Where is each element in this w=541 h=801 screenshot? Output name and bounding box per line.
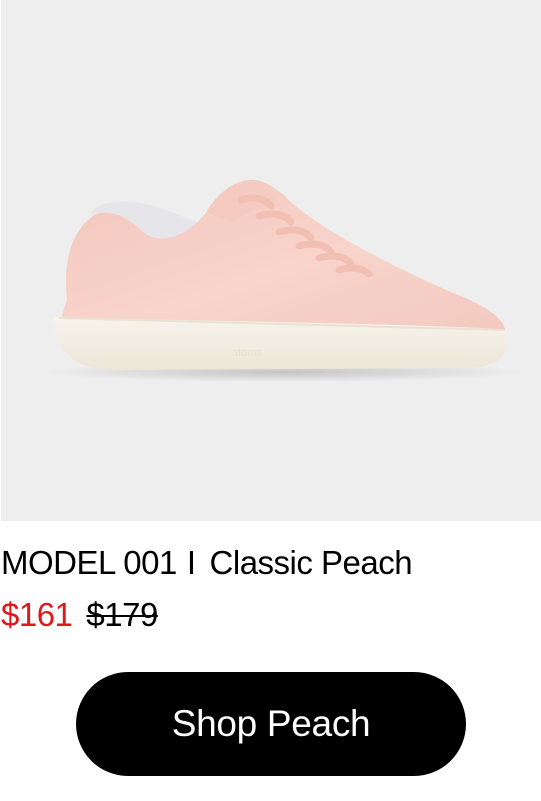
product-image[interactable]: atoms bbox=[1, 0, 541, 521]
original-price: $179 bbox=[86, 596, 158, 633]
product-color-name: Classic Peach bbox=[209, 544, 413, 581]
product-model: MODEL 001 bbox=[1, 544, 177, 581]
title-separator: I bbox=[186, 544, 196, 581]
product-title: MODEL 001 I Classic Peach bbox=[1, 542, 413, 584]
sole-brand-mark: atoms bbox=[232, 347, 262, 359]
sneaker-image: atoms bbox=[1, 0, 541, 521]
price-row: $161 $179 bbox=[1, 594, 158, 636]
shop-peach-button[interactable]: Shop Peach bbox=[76, 672, 466, 776]
sale-price: $161 bbox=[1, 596, 73, 633]
